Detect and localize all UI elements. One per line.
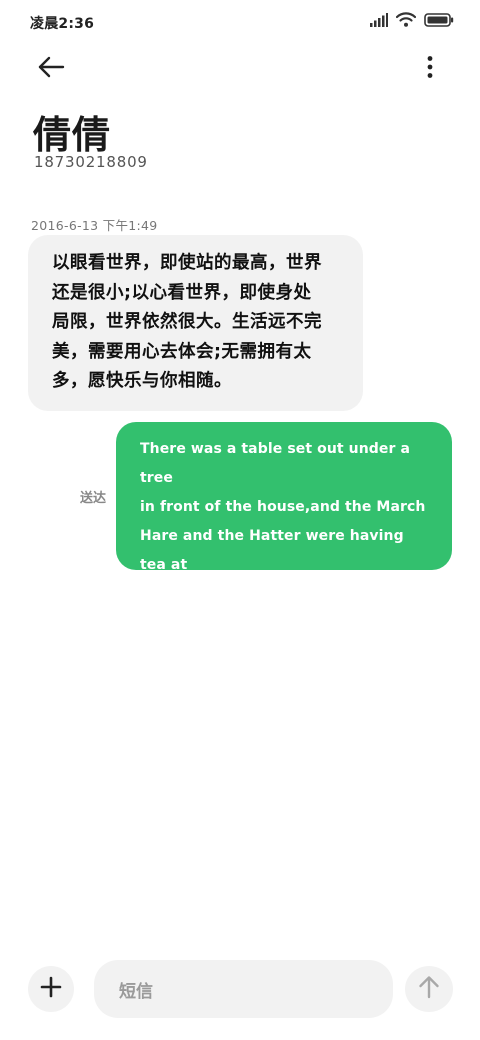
status-icons	[370, 12, 454, 31]
add-attachment-button[interactable]	[28, 966, 74, 1012]
message-input[interactable]: 短信	[94, 960, 393, 1018]
incoming-message-line: 还是很小;以心看世界，即使身处	[52, 282, 312, 303]
message-input-placeholder: 短信	[119, 981, 153, 1002]
header	[0, 44, 480, 94]
incoming-message-bubble[interactable]: 以眼看世界，即使站的最高，世界 还是很小;以心看世界，即使身处 局限，世界依然很…	[28, 235, 363, 411]
incoming-message-line: 以眼看世界，即使站的最高，世界	[52, 253, 322, 273]
arrow-left-icon	[37, 56, 65, 82]
more-vertical-icon	[427, 55, 433, 83]
message-composer: 短信	[0, 958, 480, 1020]
arrow-up-icon	[418, 975, 440, 1003]
outgoing-message-line: Hare and the Hatter were having tea at	[140, 528, 404, 573]
outgoing-message-line: in front of the house,and the March	[140, 499, 426, 515]
outgoing-message-line: it.	[140, 586, 158, 602]
incoming-message-text: 以眼看世界，即使站的最高，世界 还是很小;以心看世界，即使身处 局限，世界依然很…	[52, 249, 341, 397]
wifi-icon	[395, 12, 417, 31]
more-options-button[interactable]	[418, 54, 442, 84]
incoming-message-line: 美，需要用心去体会;无需拥有太	[52, 341, 312, 362]
battery-icon	[424, 12, 454, 31]
delivery-status: 送达	[80, 491, 107, 506]
outgoing-message-bubble[interactable]: There was a table set out under a tree i…	[116, 422, 452, 602]
outgoing-message-line: There was a table set out under a tree	[140, 441, 411, 486]
incoming-message-line: 多，愿快乐与你相随。	[52, 371, 232, 391]
message-timestamp: 2016-6-13 下午1:49	[31, 218, 158, 233]
back-button[interactable]	[34, 54, 68, 84]
contact-name: 倩倩	[33, 113, 112, 157]
incoming-message-line: 局限，世界依然很大。生活远不完	[52, 312, 322, 332]
plus-icon	[40, 976, 62, 1002]
status-time: 凌晨2:36	[30, 16, 95, 32]
contact-number: 18730218809	[34, 153, 148, 171]
send-button[interactable]	[405, 966, 453, 1012]
outgoing-message-text: There was a table set out under a tree i…	[140, 435, 432, 609]
status-bar: 凌晨2:36	[0, 0, 480, 44]
signal-icon	[370, 12, 388, 31]
